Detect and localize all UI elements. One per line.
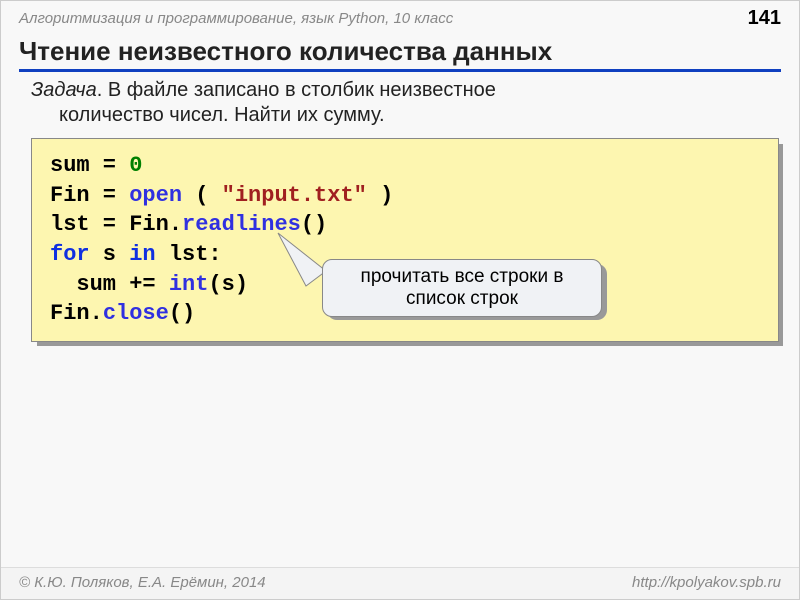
code-token: += [116,272,169,297]
code-token: Fin [50,183,90,208]
code-box: sum = 0 Fin = open ( "input.txt" ) lst =… [31,138,779,342]
code-token: sum [50,272,116,297]
code-token: in [129,242,155,267]
code-block: sum = 0 Fin = open ( "input.txt" ) lst =… [31,138,779,342]
code-token: lst [50,212,90,237]
footer-url: http://kpolyakov.spb.ru [632,574,781,591]
code-token: "input.txt" [222,183,367,208]
code-token: Fin. [129,212,182,237]
code-token: ) [367,183,393,208]
code-token: = [90,153,130,178]
code-token: () [169,301,195,326]
code-line: Fin = open ( "input.txt" ) [50,181,760,211]
footer-copyright: © К.Ю. Поляков, Е.А. Ерёмин, 2014 [19,574,266,591]
task-label: Задача [31,79,97,101]
code-token: 0 [129,153,142,178]
callout-box: прочитать все строки в список строк [322,259,602,317]
course-name: Алгоритмизация и программирование, язык … [19,10,453,27]
code-token: int [169,272,209,297]
callout: прочитать все строки в список строк [322,259,612,317]
page-number: 141 [748,7,781,30]
code-token: s [90,242,130,267]
task-line2: количество чисел. Найти их сумму. [59,103,769,128]
code-token: sum [50,153,90,178]
callout-line2: список строк [333,288,591,310]
slide-header: Алгоритмизация и программирование, язык … [1,1,799,34]
code-token: Fin. [50,301,103,326]
code-token: for [50,242,90,267]
code-token: ( [182,183,222,208]
code-token: (s) [208,272,248,297]
task-text: Задача. В файле записано в столбик неизв… [31,78,769,128]
task-line1: . В файле записано в столбик неизвестное [97,79,496,101]
code-token: close [103,301,169,326]
code-token: lst: [156,242,222,267]
code-line: lst = Fin.readlines() [50,210,760,240]
callout-line1: прочитать все строки в [333,266,591,288]
slide-title: Чтение неизвестного количества данных [19,36,781,72]
code-token: open [129,183,182,208]
code-line: sum = 0 [50,151,760,181]
code-token: = [90,183,130,208]
code-token: = [90,212,130,237]
slide-footer: © К.Ю. Поляков, Е.А. Ерёмин, 2014 http:/… [1,567,799,599]
